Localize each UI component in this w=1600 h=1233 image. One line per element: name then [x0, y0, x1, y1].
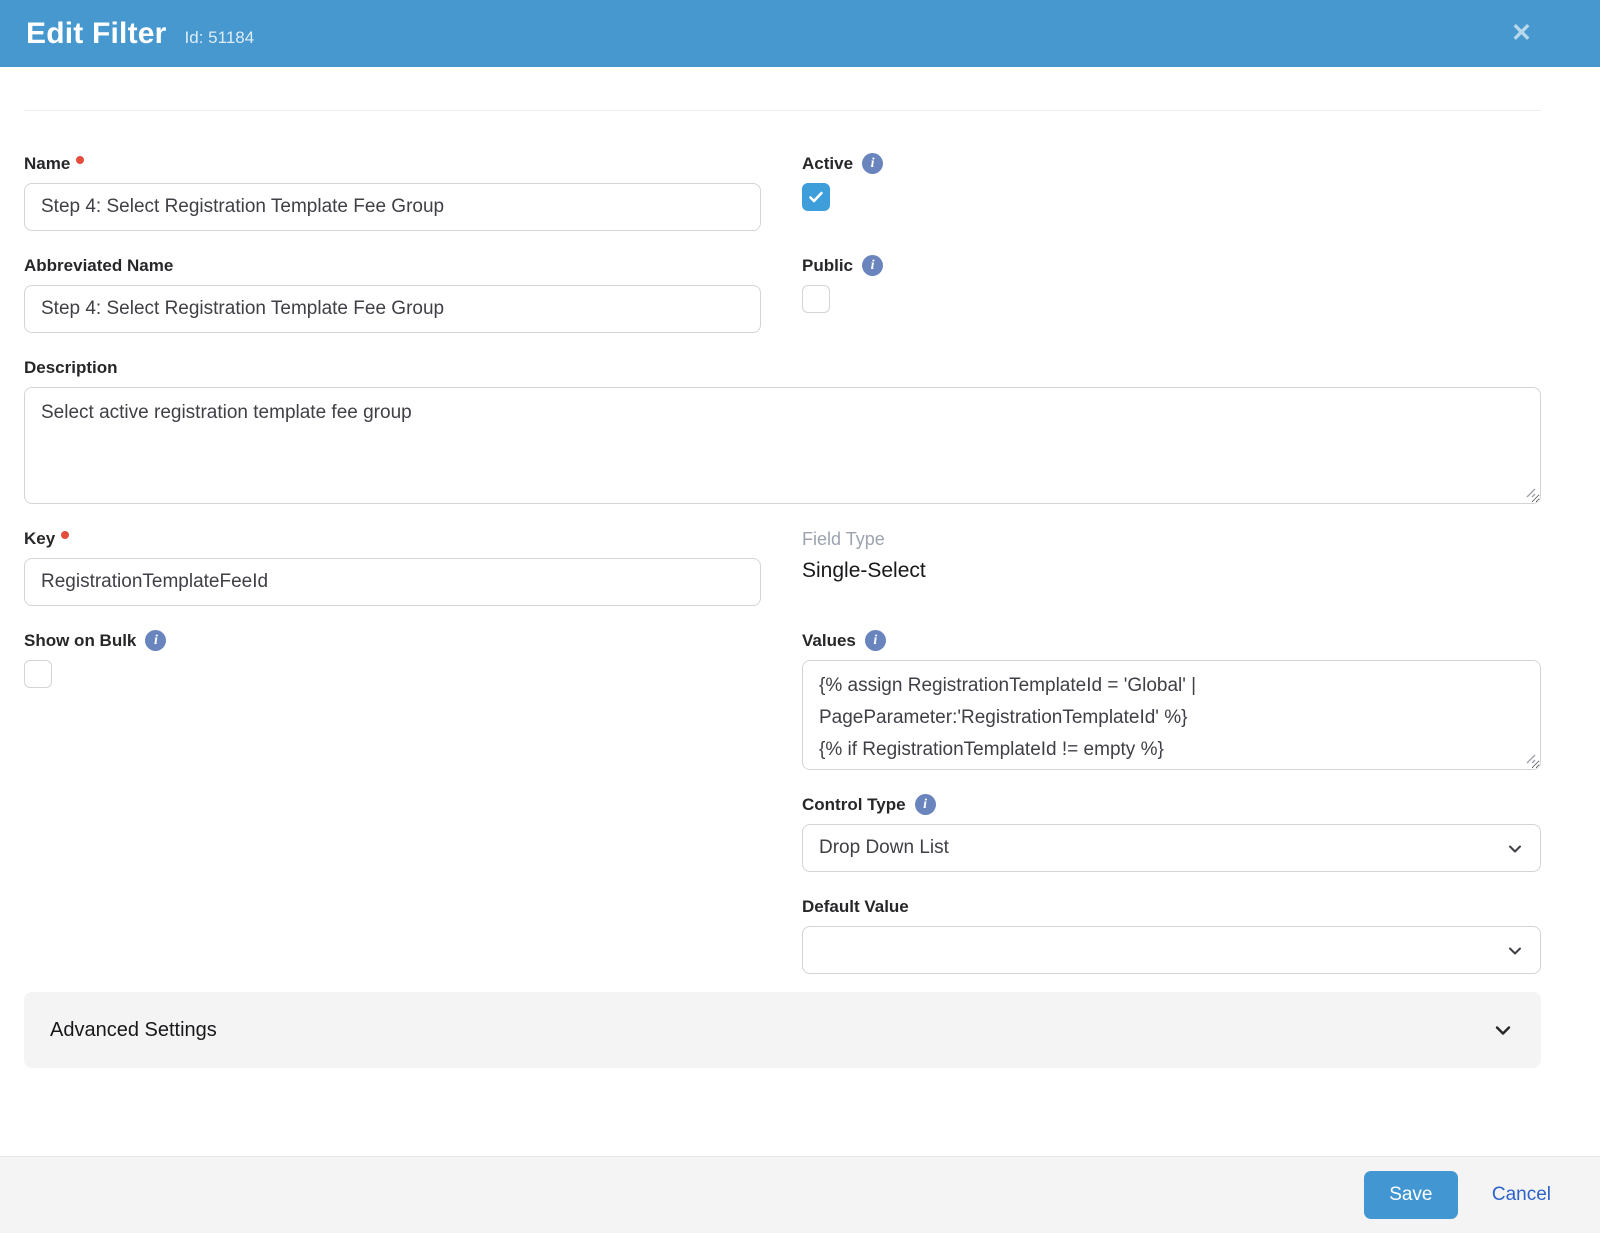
values-textarea[interactable]: {% assign RegistrationTemplateId = 'Glob… — [802, 660, 1541, 770]
field-type-value: Single-Select — [802, 558, 1541, 584]
description-field-group: Description Select active registration t… — [24, 357, 1541, 504]
chevron-down-icon — [1505, 941, 1525, 961]
info-icon[interactable]: i — [862, 255, 883, 276]
close-icon[interactable]: ✕ — [1511, 21, 1532, 46]
key-label: Key — [24, 528, 761, 549]
default-value-select[interactable] — [802, 926, 1541, 974]
active-field-group: Active i — [802, 153, 1541, 231]
info-icon[interactable]: i — [865, 630, 886, 651]
advanced-settings-label: Advanced Settings — [50, 1019, 217, 1042]
abbreviated-name-label: Abbreviated Name — [24, 255, 761, 276]
chevron-down-icon — [1491, 1018, 1515, 1042]
control-type-field-group: Control Type i Drop Down List — [802, 794, 1541, 872]
check-icon — [807, 188, 825, 206]
modal-header: Edit Filter Id: 51184 ✕ — [0, 0, 1600, 67]
advanced-settings-toggle[interactable]: Advanced Settings — [24, 992, 1541, 1068]
active-label: Active i — [802, 153, 1541, 174]
public-label: Public i — [802, 255, 1541, 276]
public-checkbox[interactable] — [802, 285, 830, 313]
cancel-button[interactable]: Cancel — [1492, 1184, 1551, 1206]
values-field-group: Values i {% assign RegistrationTemplateI… — [802, 630, 1541, 770]
edit-filter-form: Name Active i Abbreviated Name — [0, 67, 1600, 1068]
page-title: Edit Filter — [26, 17, 167, 51]
show-on-bulk-label: Show on Bulk i — [24, 630, 761, 651]
control-type-selected-value: Drop Down List — [819, 837, 949, 859]
info-icon[interactable]: i — [145, 630, 166, 651]
control-type-label: Control Type i — [802, 794, 1541, 815]
field-type-label: Field Type — [802, 528, 1541, 550]
save-button[interactable]: Save — [1364, 1171, 1458, 1219]
description-label: Description — [24, 357, 1541, 378]
divider — [24, 110, 1541, 111]
name-field-group: Name — [24, 153, 761, 231]
name-label: Name — [24, 153, 761, 174]
field-type-group: Field Type Single-Select — [802, 528, 1541, 606]
show-on-bulk-field-group: Show on Bulk i — [24, 630, 761, 950]
default-value-field-group: Default Value — [802, 896, 1541, 974]
public-field-group: Public i — [802, 255, 1541, 333]
control-type-select[interactable]: Drop Down List — [802, 824, 1541, 872]
values-label: Values i — [802, 630, 1541, 651]
abbreviated-name-input[interactable] — [24, 285, 761, 333]
required-indicator — [61, 531, 69, 539]
active-checkbox[interactable] — [802, 183, 830, 211]
key-field-group: Key — [24, 528, 761, 606]
info-icon[interactable]: i — [915, 794, 936, 815]
default-value-label: Default Value — [802, 896, 1541, 917]
modal-footer: Save Cancel — [0, 1156, 1600, 1233]
filter-id-text: Id: 51184 — [185, 28, 255, 48]
right-column: Values i {% assign RegistrationTemplateI… — [802, 630, 1541, 974]
key-input[interactable] — [24, 558, 761, 606]
description-textarea[interactable]: Select active registration template fee … — [24, 387, 1541, 504]
required-indicator — [76, 156, 84, 164]
name-input[interactable] — [24, 183, 761, 231]
chevron-down-icon — [1505, 839, 1525, 859]
show-on-bulk-checkbox[interactable] — [24, 660, 52, 688]
abbreviated-name-field-group: Abbreviated Name — [24, 255, 761, 333]
info-icon[interactable]: i — [862, 153, 883, 174]
